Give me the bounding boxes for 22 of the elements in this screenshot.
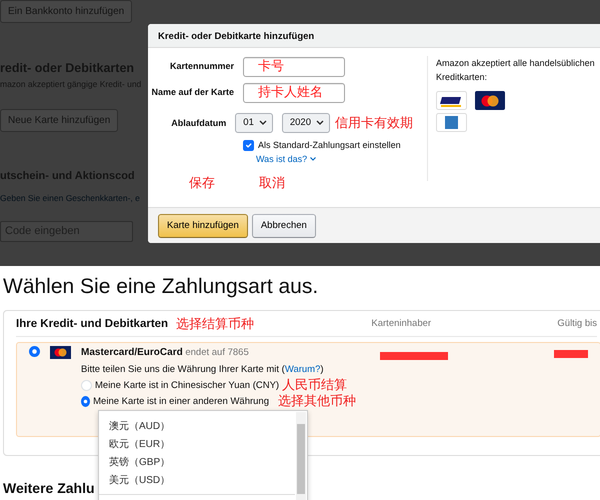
field-label: Kartennummer [168, 60, 234, 73]
page-title: Wählen Sie eine Zahlungsart aus. [3, 274, 320, 300]
column-header: Gültig bis [557, 317, 597, 331]
section-heading: Weitere Zahlu [3, 479, 95, 498]
field-label: Name auf der Karte [150, 86, 234, 99]
column-header: Karteninhaber [371, 317, 432, 331]
card-brand: Mastercard/EuroCard [81, 347, 183, 358]
checkbox-label: Als Standard-Zahlungsart einstellen [258, 139, 401, 152]
annotation: 取消 [259, 176, 285, 191]
annotation: 保存 [189, 176, 215, 191]
accepted-cards-text: Amazon akzeptiert alle handelsüblichen Kreditkarten: [436, 57, 596, 84]
annotation: 信用卡有效期 [335, 116, 413, 130]
radio-label: Meine Karte ist in Chinesischer Yuan (CNY) [95, 378, 280, 392]
field-label: Ablaufdatum [170, 116, 226, 130]
card-ending: endet auf 7865 [185, 347, 249, 358]
dialog-title: Kredit- oder Debitkarte hinzufügen [148, 24, 600, 48]
annotation: 人民币结算 [282, 378, 348, 393]
currency-prompt: Bitte teilen Sie uns die Währung Ihrer Karte mit (Warum?) [81, 363, 325, 377]
annotation: 选择其他币种 [278, 394, 356, 409]
annotation: 选择结算币种 [176, 316, 254, 332]
radio-label: Meine Karte ist in einer anderen Währung [93, 394, 269, 408]
section-title: Ihre Kredit- und Debitkarten [16, 317, 168, 332]
